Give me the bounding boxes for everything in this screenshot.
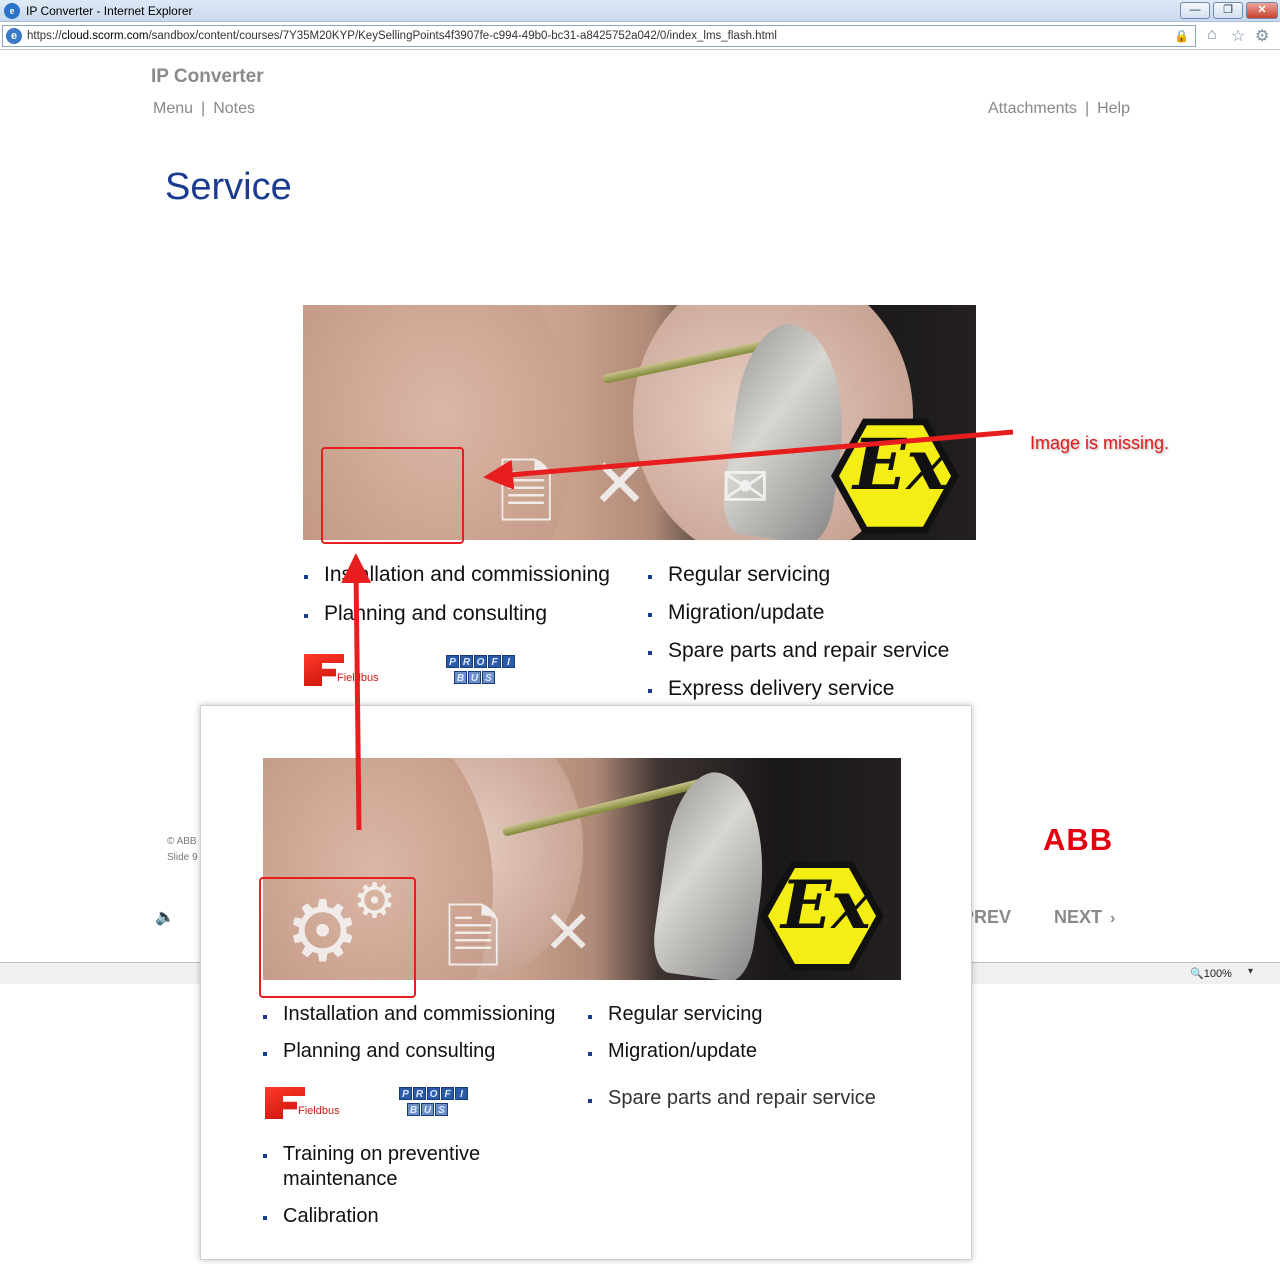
arrow-from-reference (341, 553, 372, 831)
arrow-to-missing-image (483, 429, 1014, 490)
annotation-arrows (341, 429, 1014, 831)
annotation-note: Image is missing. (1030, 433, 1170, 453)
